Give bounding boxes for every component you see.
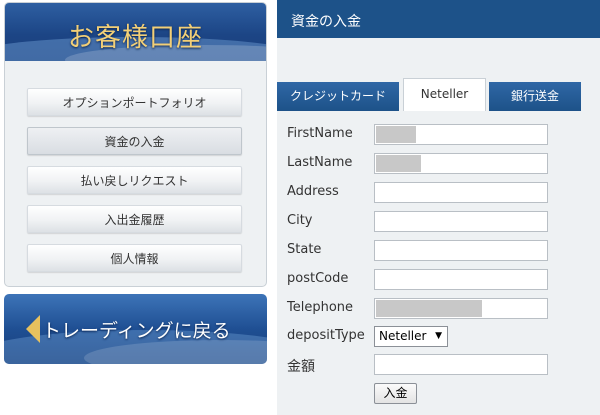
last-name-label: LastName — [287, 155, 353, 170]
tab-bank-transfer[interactable]: 銀行送金 — [489, 82, 581, 111]
first-name-label: FirstName — [287, 126, 353, 141]
form-row-last-name: LastName — [277, 153, 600, 175]
back-to-trading-button[interactable]: トレーディングに戻る — [4, 294, 267, 364]
chevron-down-icon: ▼ — [435, 331, 442, 341]
menu-item-option-portfolio[interactable]: オプションポートフォリオ — [27, 88, 242, 116]
deposit-type-label: depositType — [287, 328, 365, 343]
form-row-first-name: FirstName — [277, 124, 600, 146]
menu-item-deposit-funds[interactable]: 資金の入金 — [27, 127, 242, 155]
telephone-label: Telephone — [287, 300, 354, 315]
address-input[interactable] — [374, 182, 548, 203]
back-arrow-icon — [26, 315, 40, 343]
state-input[interactable] — [374, 240, 548, 261]
form-row-state: State — [277, 240, 600, 262]
deposit-panel: 資金の入金 クレジットカード Neteller 銀行送金 FirstName L… — [277, 0, 600, 415]
form-row-address: Address — [277, 182, 600, 204]
menu-item-transaction-history[interactable]: 入出金履歴 — [27, 205, 242, 233]
account-title: お客様口座 — [67, 23, 203, 53]
form-row-telephone: Telephone — [277, 298, 600, 320]
city-label: City — [287, 213, 313, 228]
back-to-trading-label: トレーディングに戻る — [42, 320, 231, 342]
account-menu: オプションポートフォリオ 資金の入金 払い戻しリクエスト 入出金履歴 個人情報 — [5, 61, 266, 272]
form-row-post-code: postCode — [277, 269, 600, 291]
menu-item-personal-info[interactable]: 個人情報 — [27, 244, 242, 272]
deposit-submit-button[interactable]: 入金 — [374, 383, 417, 404]
deposit-type-selected: Neteller — [379, 329, 427, 343]
redacted-block — [376, 126, 416, 143]
post-code-label: postCode — [287, 271, 349, 286]
redacted-block — [376, 155, 421, 172]
state-label: State — [287, 242, 322, 257]
city-input[interactable] — [374, 211, 548, 232]
menu-item-withdrawal-request[interactable]: 払い戻しリクエスト — [27, 166, 242, 194]
redacted-block — [376, 300, 482, 317]
tab-credit-card[interactable]: クレジットカード — [277, 82, 399, 111]
post-code-input[interactable] — [374, 269, 548, 290]
form-row-deposit-type: depositType Neteller ▼ — [277, 326, 600, 348]
page-title: 資金の入金 — [277, 0, 600, 38]
address-label: Address — [287, 184, 339, 199]
tab-neteller[interactable]: Neteller — [403, 78, 486, 111]
form-row-city: City — [277, 211, 600, 233]
deposit-type-select[interactable]: Neteller ▼ — [374, 326, 448, 347]
form-row-amount: 金額 — [277, 354, 600, 376]
payment-method-tabs: クレジットカード Neteller 銀行送金 — [277, 78, 600, 111]
account-header: お客様口座 — [5, 3, 266, 61]
amount-input[interactable] — [374, 354, 548, 375]
account-panel: お客様口座 オプションポートフォリオ 資金の入金 払い戻しリクエスト 入出金履歴… — [4, 2, 267, 287]
amount-label: 金額 — [287, 359, 315, 375]
